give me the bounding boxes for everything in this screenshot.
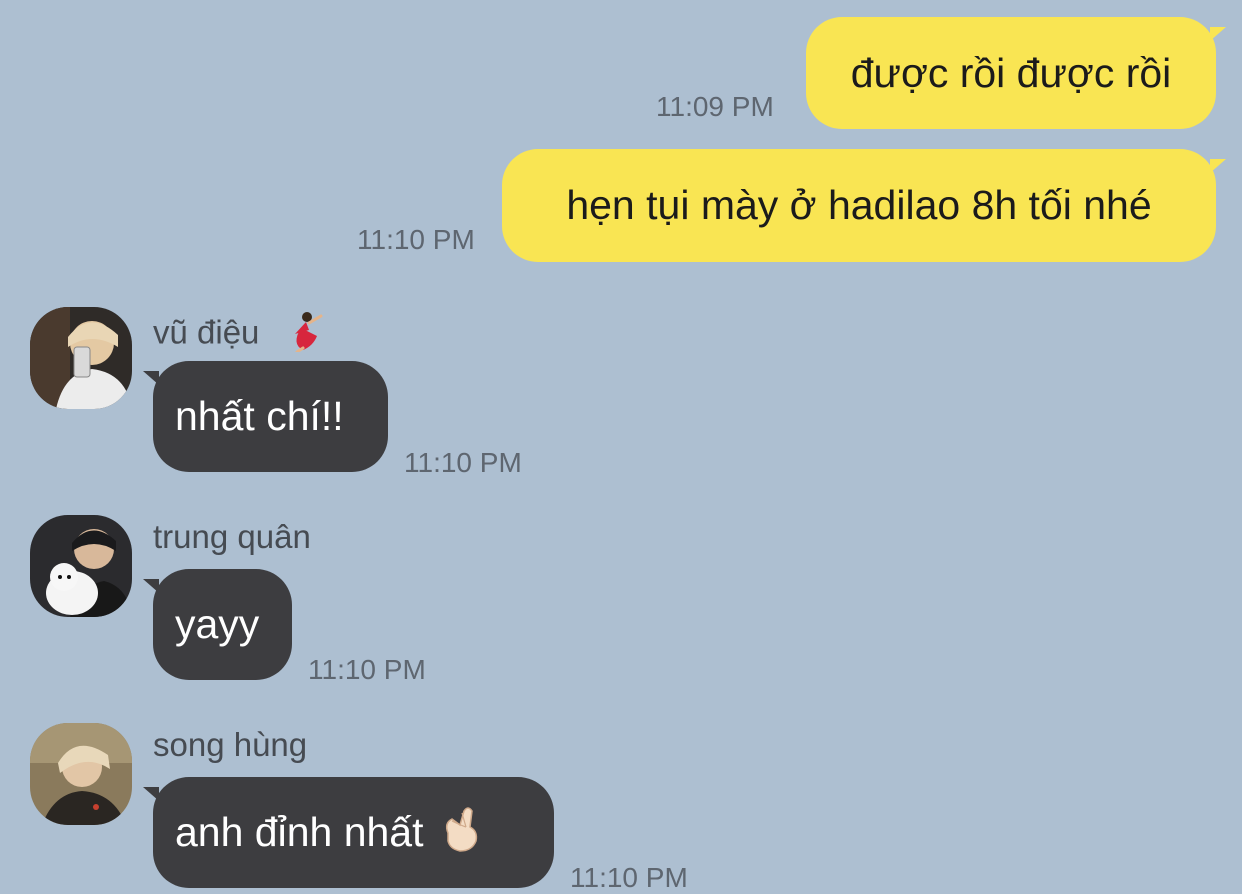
message-timestamp: 11:10 PM <box>357 224 475 255</box>
avatar[interactable] <box>30 515 132 617</box>
avatar[interactable] <box>30 723 132 825</box>
message-text: hẹn tụi mày ở hadilao 8h tối nhé <box>566 182 1152 228</box>
message-text: anh đỉnh nhất <box>175 809 424 855</box>
finger-heart-emoji <box>438 803 484 863</box>
bubble-tail <box>143 787 159 801</box>
message-bubble-incoming[interactable]: yayy <box>143 569 292 680</box>
sender-name: vũ điệu <box>153 310 325 360</box>
message-text: nhất chí!! <box>175 393 344 439</box>
sender-name: trung quân <box>153 518 311 555</box>
message-bubble-outgoing[interactable]: hẹn tụi mày ở hadilao 8h tối nhé <box>502 149 1226 262</box>
message-bubble-incoming[interactable]: nhất chí!! <box>143 361 388 472</box>
message-timestamp: 11:10 PM <box>404 447 522 478</box>
message-text: yayy <box>175 601 260 647</box>
avatar-photo-icon <box>30 723 132 825</box>
message-timestamp: 11:10 PM <box>570 862 688 893</box>
dancer-emoji <box>283 310 325 360</box>
bubble-tail <box>1210 159 1226 173</box>
avatar[interactable] <box>30 307 132 409</box>
message-bubble-incoming[interactable]: anh đỉnh nhất <box>143 777 554 888</box>
avatar-photo-icon <box>30 515 132 617</box>
sender-name-text: vũ điệu <box>153 313 260 351</box>
bubble-tail <box>1210 27 1226 41</box>
bubble-tail <box>143 579 159 593</box>
message-timestamp: 11:09 PM <box>656 91 774 122</box>
message-bubble-outgoing[interactable]: được rồi được rồi <box>806 17 1226 129</box>
sender-name: song hùng <box>153 726 308 763</box>
avatar-photo-icon <box>30 307 132 409</box>
bubble-tail <box>143 371 159 385</box>
message-timestamp: 11:10 PM <box>308 654 426 685</box>
message-text: được rồi được rồi <box>850 49 1172 96</box>
